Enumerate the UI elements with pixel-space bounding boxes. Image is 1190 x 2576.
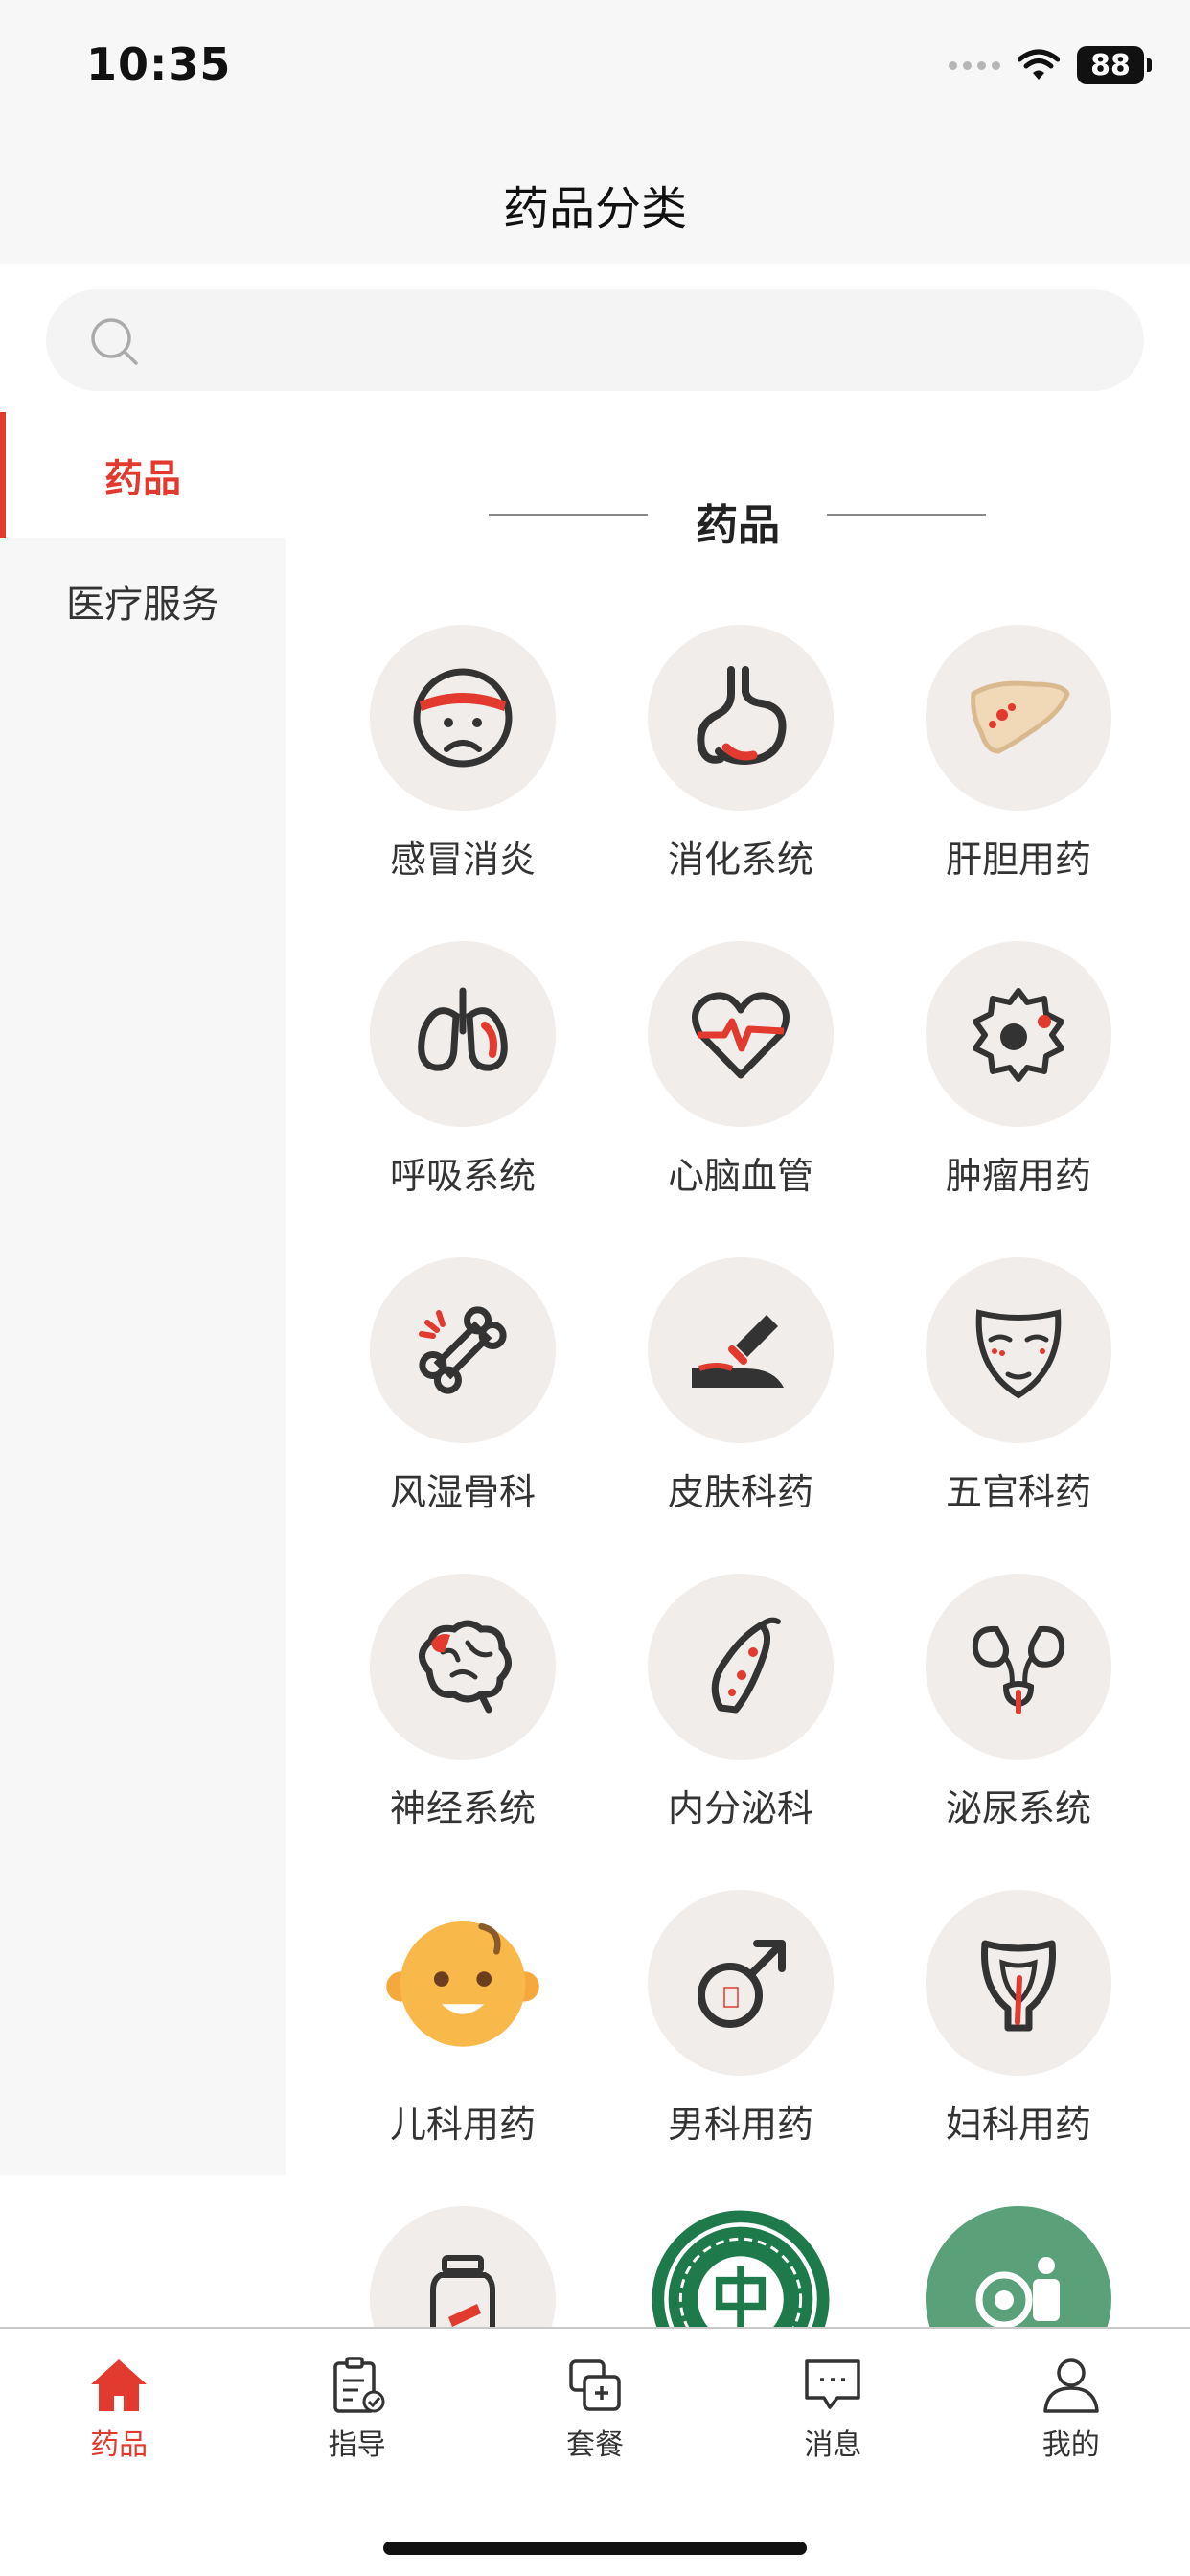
section-title: 药品 (696, 501, 780, 550)
category-label: 内分泌科 (667, 1787, 813, 1829)
category-label: 风湿骨科 (389, 1471, 536, 1513)
tab-label: 消息 (804, 2428, 862, 2462)
status-indicators: 88 (949, 46, 1152, 84)
face-icon (975, 1309, 1062, 1399)
status-bar: 10:35 88 (0, 0, 1190, 144)
category-andrology[interactable]: 男科用药 (602, 1890, 880, 2206)
category-medicine-bottle[interactable] (324, 2206, 602, 2327)
category-pediatrics[interactable]: 儿科用药 (324, 1890, 602, 2206)
lungs-icon (418, 987, 508, 1071)
bottom-tab-bar: 药品 指导 套餐 消息 我的 (0, 2327, 1190, 2576)
tab-packages[interactable]: 套餐 (476, 2329, 714, 2472)
tab-profile[interactable]: 我的 (952, 2329, 1190, 2472)
category-label: 男科用药 (667, 2104, 813, 2146)
tab-label: 套餐 (565, 2428, 624, 2462)
stomach-icon (697, 666, 787, 766)
baby-face-icon (386, 1920, 539, 2047)
kidney-icon (972, 1625, 1065, 1714)
clipboard-icon (332, 2357, 385, 2413)
category-label: 五官科药 (945, 1471, 1091, 1513)
status-time: 10:35 (86, 38, 232, 90)
category-label: 呼吸系统 (389, 1155, 536, 1197)
endocrine-icon (711, 1617, 781, 1714)
message-icon (805, 2359, 861, 2409)
category-liver-gallbladder[interactable]: 肝胆用药 (880, 625, 1157, 941)
bone-icon (419, 1306, 507, 1394)
category-sidebar: 药品 医疗服务 (0, 412, 286, 2175)
category-ent-ophthalmology[interactable]: 五官科药 (880, 1257, 1157, 1574)
liver-icon (971, 680, 1070, 754)
category-label: 神经系统 (389, 1787, 536, 1829)
navigation-bar: 药品分类 (0, 144, 1190, 264)
home-icon (91, 2359, 148, 2411)
cellular-signal-icon (949, 60, 1000, 70)
category-traditional-medicine[interactable] (602, 2206, 880, 2327)
sidebar-item-label: 医疗服务 (66, 582, 219, 627)
category-oncology[interactable]: 肿瘤用药 (880, 941, 1157, 1257)
skin-ointment-icon (692, 1315, 784, 1388)
category-rheumatism-orthopedics[interactable]: 风湿骨科 (324, 1257, 602, 1574)
sidebar-item-medicines[interactable]: 药品 (0, 412, 286, 538)
category-dermatology[interactable]: 皮肤科药 (602, 1257, 880, 1574)
category-respiratory-system[interactable]: 呼吸系统 (324, 941, 602, 1257)
category-content: 药品 感冒消炎 消化系统 肝胆用药 呼吸系统 心脑血管 肿瘤用药 风湿骨科 皮肤… (286, 412, 1190, 2327)
category-label: 肿瘤用药 (945, 1155, 1091, 1197)
category-urinary-system[interactable]: 泌尿系统 (880, 1574, 1157, 1890)
category-grid: 感冒消炎 消化系统 肝胆用药 呼吸系统 心脑血管 肿瘤用药 风湿骨科 皮肤科药 … (324, 625, 1157, 2327)
search-icon (91, 318, 138, 365)
category-nervous-system[interactable]: 神经系统 (324, 1574, 602, 1890)
search-section (0, 264, 1190, 412)
section-divider-right (827, 514, 986, 516)
medical-device-icon (975, 2257, 1060, 2327)
male-symbol-icon (698, 1940, 786, 2028)
category-label: 儿科用药 (389, 2104, 536, 2146)
user-icon (1043, 2358, 1099, 2413)
category-label: 心脑血管 (667, 1155, 813, 1197)
sick-face-icon (413, 668, 513, 768)
package-icon (569, 2359, 621, 2411)
category-label: 肝胆用药 (945, 839, 1091, 881)
tab-guidance[interactable]: 指导 (238, 2329, 475, 2472)
heart-pulse-icon (692, 992, 790, 1079)
category-cold-inflammation[interactable]: 感冒消炎 (324, 625, 602, 941)
battery-indicator: 88 (1077, 46, 1152, 84)
category-label: 消化系统 (667, 839, 813, 881)
uterus-icon (981, 1940, 1056, 2032)
tab-medicines[interactable]: 药品 (0, 2329, 238, 2472)
category-label: 皮肤科药 (667, 1471, 813, 1513)
wifi-icon (1018, 49, 1060, 80)
tumor-cell-icon (973, 988, 1064, 1082)
medicine-bottle-icon (430, 2255, 495, 2327)
category-digestive-system[interactable]: 消化系统 (602, 625, 880, 941)
category-label: 妇科用药 (945, 2104, 1091, 2146)
category-cardiovascular[interactable]: 心脑血管 (602, 941, 880, 1257)
category-medical-device[interactable] (880, 2206, 1157, 2327)
category-endocrinology[interactable]: 内分泌科 (602, 1574, 880, 1890)
search-input[interactable] (46, 289, 1144, 391)
battery-level: 88 (1090, 48, 1131, 82)
sidebar-item-label: 药品 (104, 456, 181, 501)
tab-label: 药品 (90, 2428, 149, 2462)
brain-icon (419, 1620, 512, 1714)
page-title: 药品分类 (502, 182, 687, 236)
category-label: 泌尿系统 (945, 1787, 1091, 1829)
traditional-medicine-emblem-icon (652, 2210, 830, 2327)
home-indicator[interactable] (383, 2542, 807, 2555)
tab-label: 指导 (328, 2428, 386, 2462)
category-gynecology[interactable]: 妇科用药 (880, 1890, 1157, 2206)
category-label: 感冒消炎 (389, 839, 536, 881)
sidebar-item-medical-services[interactable]: 医疗服务 (0, 538, 286, 663)
tab-label: 我的 (1041, 2428, 1100, 2462)
tab-messages[interactable]: 消息 (714, 2329, 951, 2472)
